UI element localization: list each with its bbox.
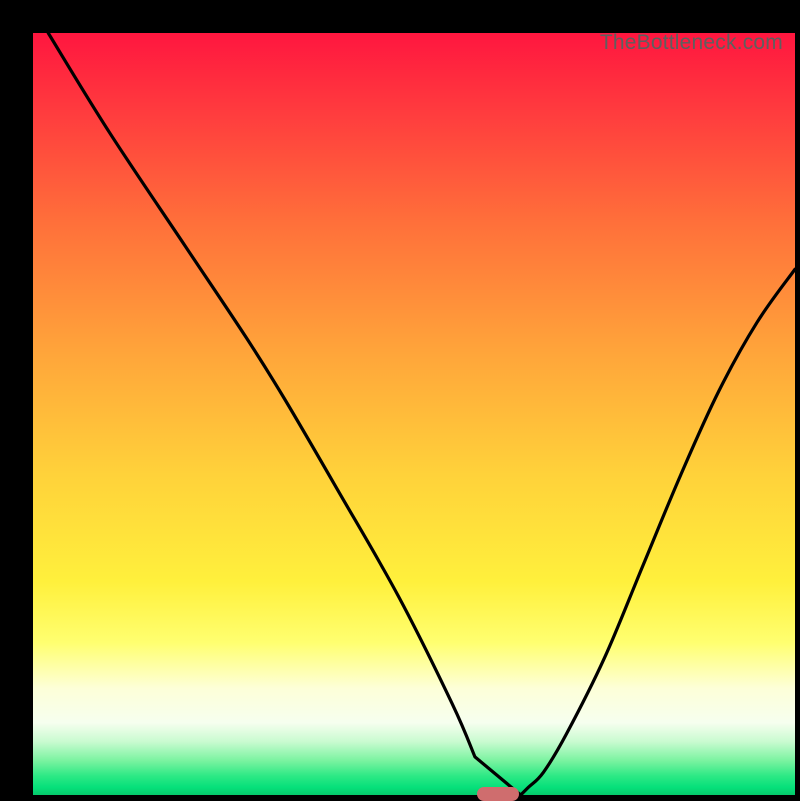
watermark: TheBottleneck.com <box>600 31 783 55</box>
plot-area: TheBottleneck.com <box>33 33 795 795</box>
background-gradient <box>33 33 795 795</box>
optimal-marker <box>477 787 519 801</box>
chart-frame: TheBottleneck.com <box>14 14 786 786</box>
